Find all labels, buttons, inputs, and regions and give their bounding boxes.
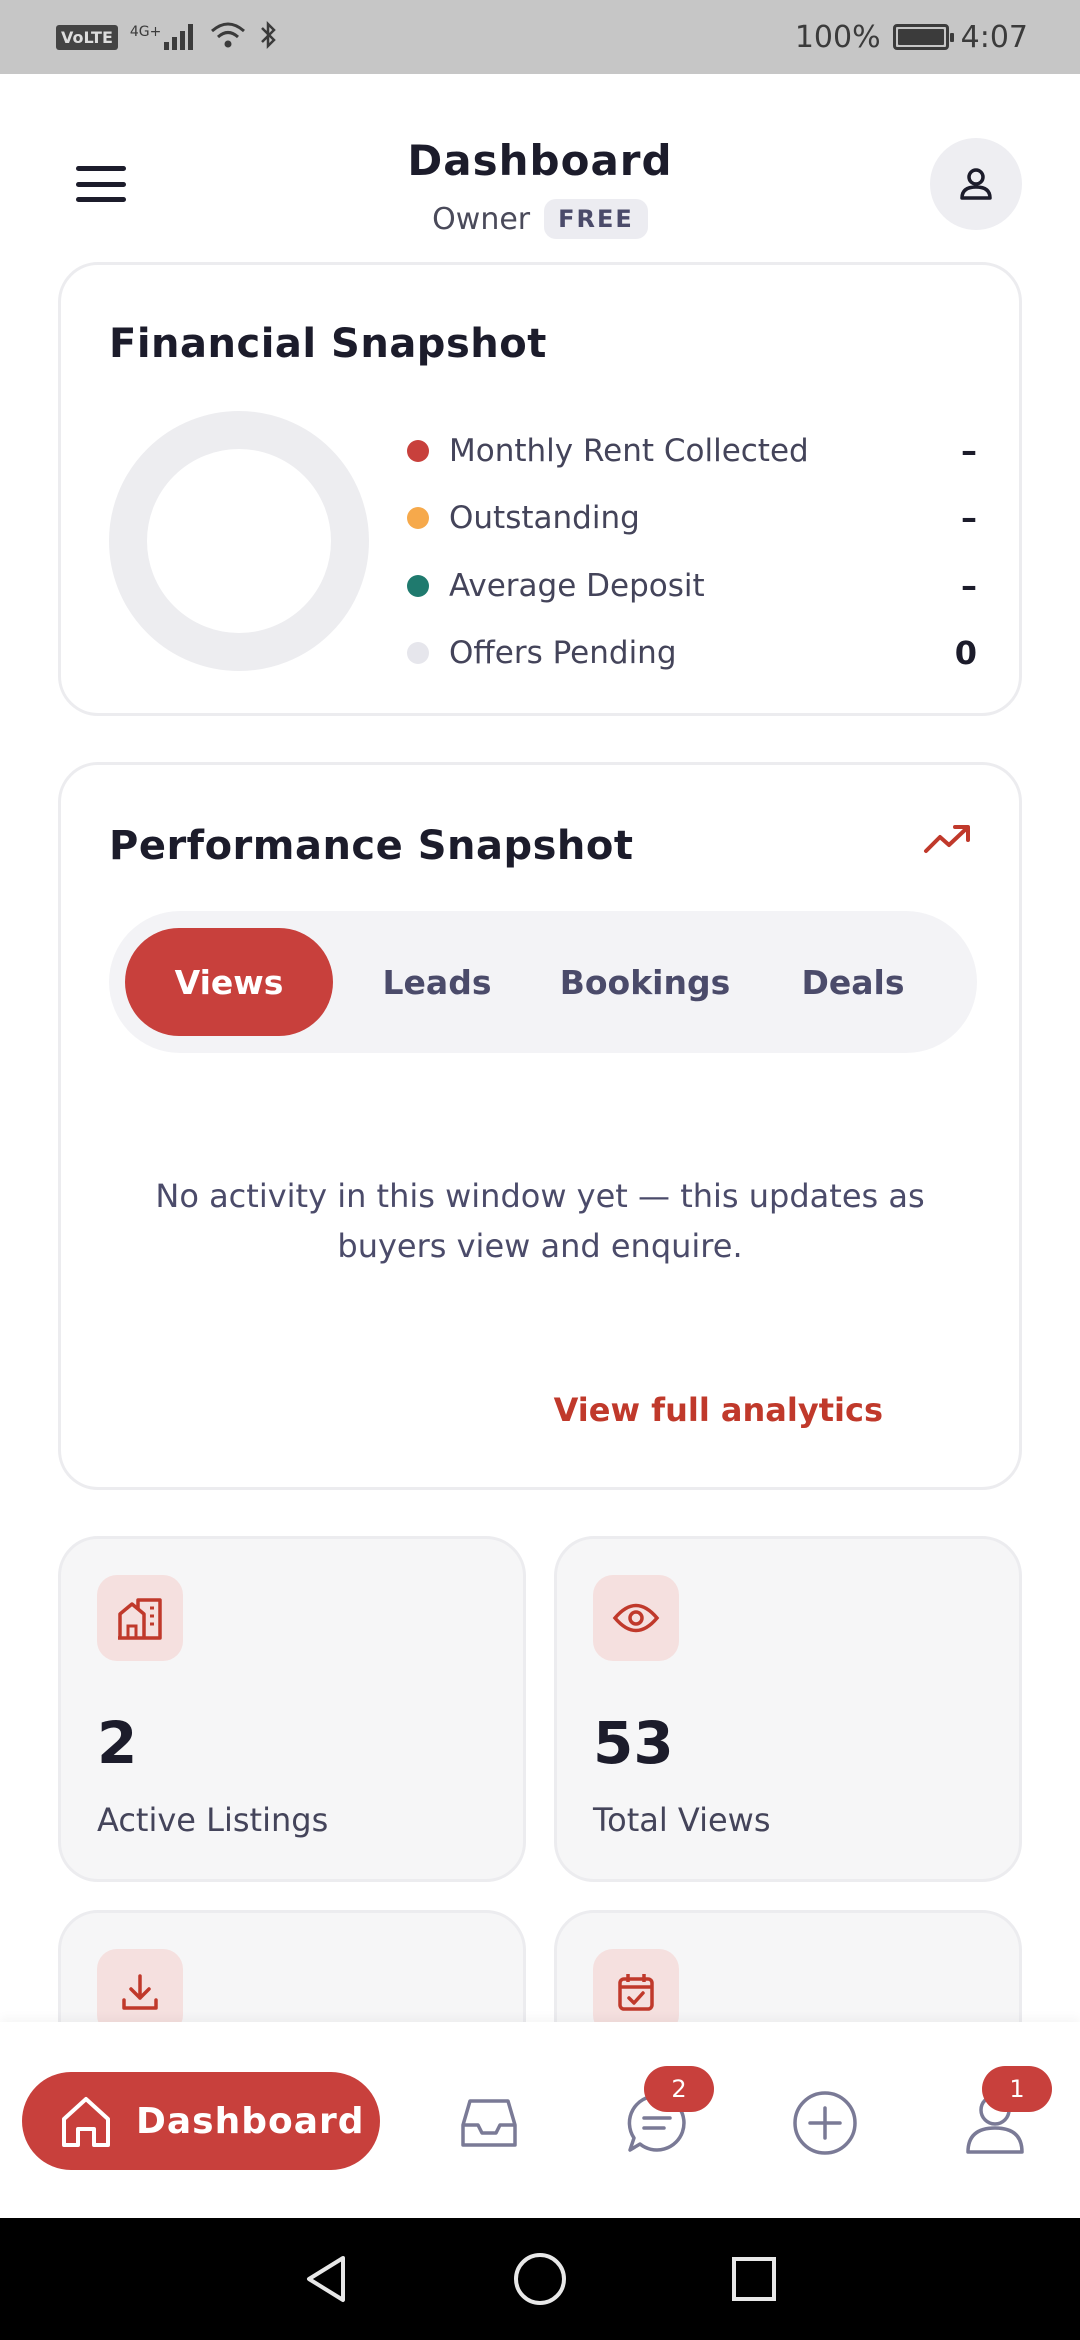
back-icon[interactable] (301, 2252, 351, 2306)
battery-percent: 100% (794, 19, 881, 55)
legend-value: – (961, 431, 977, 470)
empty-state-message: No activity in this window yet — this up… (155, 1177, 925, 1265)
view-analytics-link[interactable]: View full analytics (554, 1391, 883, 1429)
stat-value: 2 (97, 1709, 138, 1777)
rent-dot (407, 439, 429, 462)
legend-value: 0 (954, 634, 977, 673)
plan-badge: FREE (544, 199, 648, 239)
legend-value: – (961, 499, 977, 538)
tab-views[interactable]: Views (125, 928, 333, 1036)
legend-label: Average Deposit (449, 567, 705, 604)
trending-up-icon (924, 825, 970, 853)
tab-leads[interactable]: Leads (333, 928, 541, 1036)
legend-item-deposit: Average Deposit – (407, 552, 977, 620)
status-left: VoLTE 4G+ (56, 20, 278, 54)
nav-inbox-button[interactable] (454, 2088, 524, 2158)
bottom-nav: Dashboard 2 1 (0, 2022, 1080, 2218)
inbox-icon (461, 2099, 517, 2147)
building-icon (97, 1575, 183, 1661)
nav-dashboard-label: Dashboard (136, 2100, 365, 2142)
legend-item-outstanding: Outstanding – (407, 485, 977, 553)
financial-snapshot-card: Financial Snapshot Monthly Rent Collecte… (58, 262, 1022, 716)
legend-item-offers: Offers Pending 0 (407, 620, 977, 688)
nav-dashboard-button[interactable]: Dashboard (22, 2072, 380, 2170)
financial-title: Financial Snapshot (109, 321, 547, 367)
eye-icon (593, 1575, 679, 1661)
performance-title: Performance Snapshot (109, 823, 634, 869)
tab-deals[interactable]: Deals (749, 928, 957, 1036)
stat-label: Active Listings (97, 1801, 329, 1839)
battery-icon (892, 24, 954, 50)
profile-button[interactable] (930, 138, 1022, 230)
deposit-dot (407, 574, 429, 597)
home-circle-icon[interactable] (512, 2251, 568, 2307)
network-type: 4G+ (129, 24, 162, 40)
plus-circle-icon (793, 2091, 857, 2155)
recents-icon[interactable] (729, 2254, 779, 2304)
stat-label: Total Views (593, 1801, 771, 1839)
clock: 4:07 (960, 19, 1028, 55)
legend-label: Monthly Rent Collected (449, 432, 809, 469)
wifi-icon (210, 21, 246, 53)
profile-badge: 1 (982, 2066, 1052, 2112)
performance-tabs: Views Leads Bookings Deals (109, 911, 977, 1053)
system-nav-bar (0, 2218, 1080, 2340)
stat-tile-active-listings[interactable]: 2 Active Listings (58, 1536, 526, 1882)
user-icon (960, 168, 992, 200)
nav-add-button[interactable] (790, 2088, 860, 2158)
role-label: Owner (432, 201, 531, 237)
status-bar: VoLTE 4G+ 100% 4:07 (0, 0, 1080, 74)
legend-item-rent: Monthly Rent Collected – (407, 417, 977, 485)
offers-dot (407, 642, 429, 665)
title-block: Dashboard Owner FREE (0, 136, 1080, 239)
financial-legend: Monthly Rent Collected – Outstanding – A… (407, 417, 977, 687)
nav-profile-button[interactable]: 1 (960, 2066, 1052, 2158)
legend-value: – (961, 566, 977, 605)
signal-icon: 4G+ (130, 24, 199, 50)
outstanding-dot (407, 507, 429, 530)
tab-bookings[interactable]: Bookings (541, 928, 749, 1036)
page-title: Dashboard (407, 136, 673, 185)
role-row: Owner FREE (0, 199, 1080, 239)
home-icon (62, 2097, 110, 2147)
app-header: Dashboard Owner FREE (0, 74, 1080, 260)
stat-tile-total-views[interactable]: 53 Total Views (554, 1536, 1022, 1882)
volte-indicator: VoLTE (56, 24, 118, 50)
legend-label: Offers Pending (449, 635, 677, 672)
stat-value: 53 (593, 1709, 674, 1777)
messages-badge: 2 (644, 2066, 714, 2112)
nav-messages-button[interactable]: 2 (622, 2066, 714, 2158)
performance-snapshot-card: Performance Snapshot Views Leads Booking… (58, 762, 1022, 1490)
bluetooth-icon (258, 20, 278, 54)
status-right: 100% 4:07 (795, 20, 1028, 55)
legend-label: Outstanding (449, 500, 640, 537)
financial-donut-chart (109, 411, 369, 671)
